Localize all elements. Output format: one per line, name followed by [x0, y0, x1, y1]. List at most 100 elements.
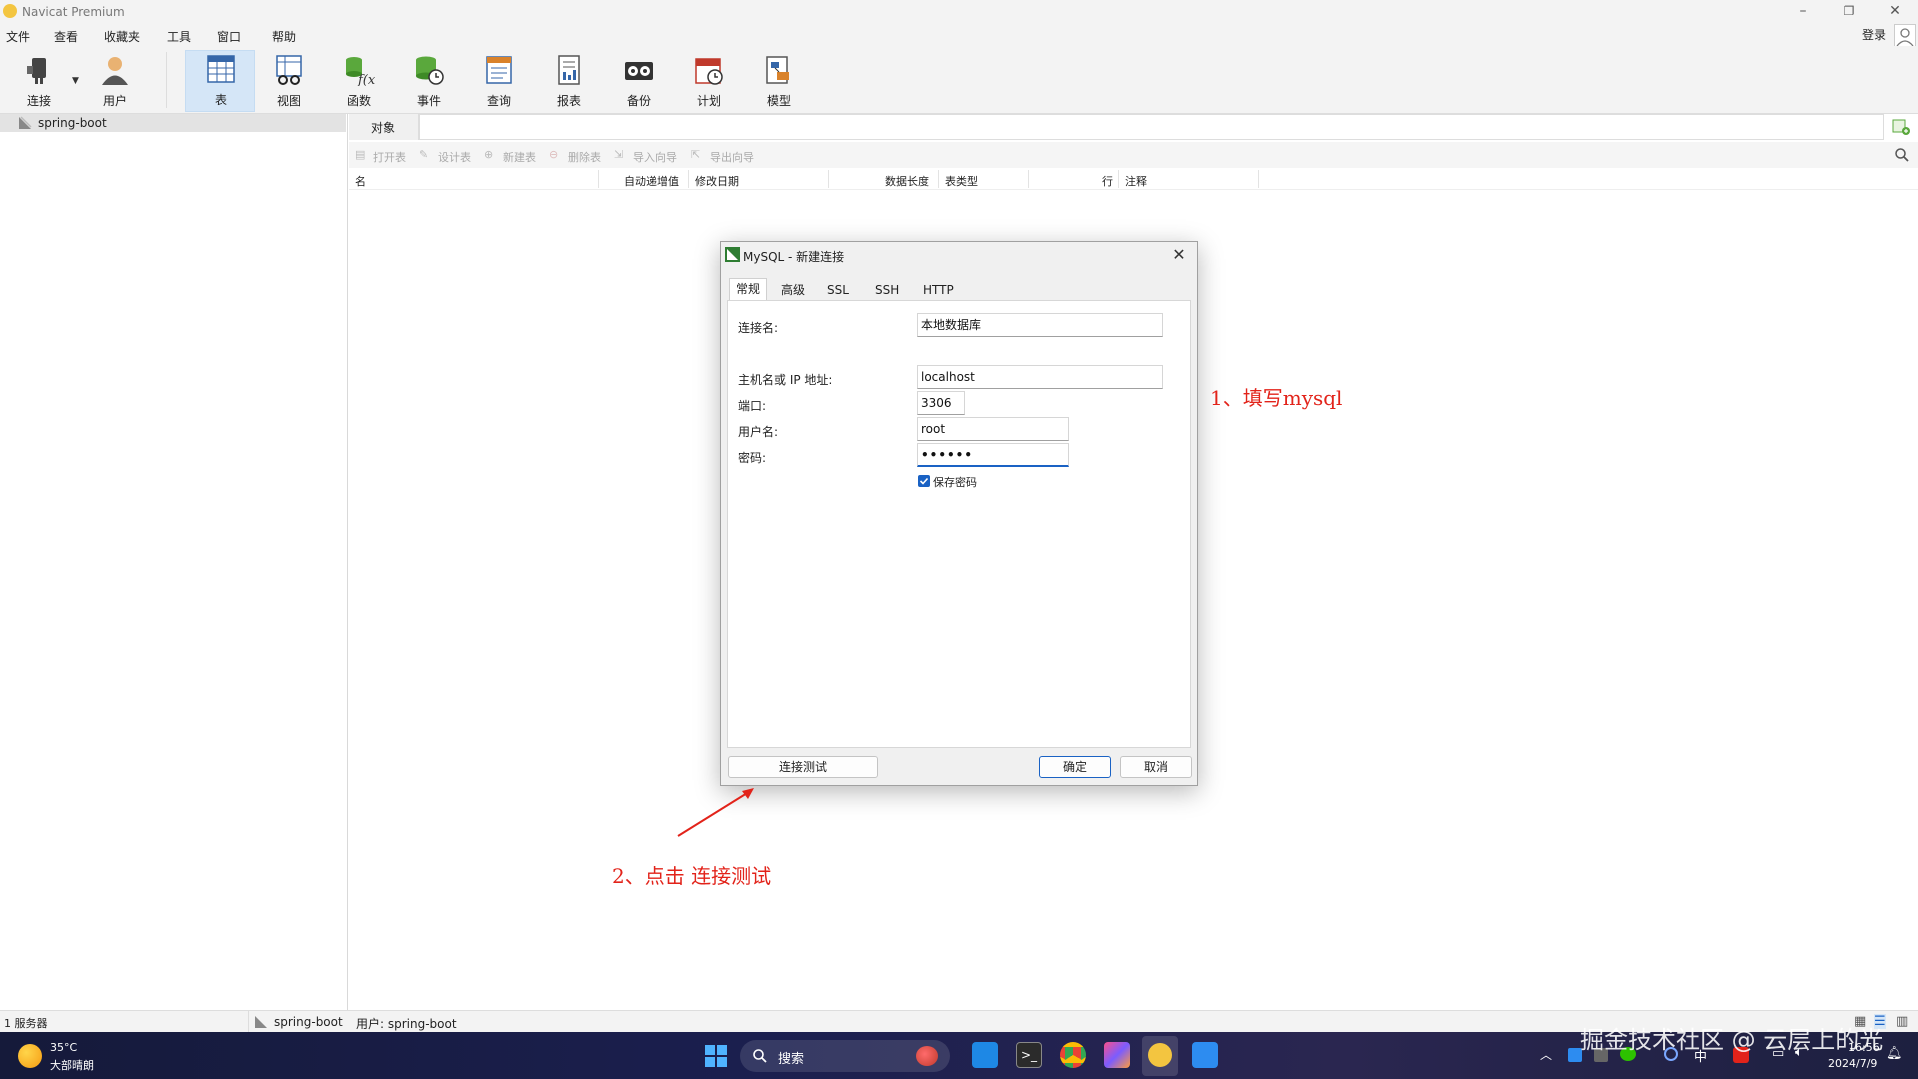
menu-tools[interactable]: 工具 [167, 28, 191, 45]
minimize-button[interactable]: – [1780, 0, 1826, 24]
cancel-button[interactable]: 取消 [1120, 756, 1192, 778]
function-fx-icon: f(x) [346, 57, 375, 86]
notification-bell-icon[interactable]: 🔔︎ [1886, 1046, 1903, 1061]
username-input[interactable]: root [917, 417, 1069, 441]
export-wizard-button[interactable]: 导出向导 [710, 149, 754, 165]
toolbar-query-button[interactable]: 查询 [470, 52, 528, 110]
menu-help[interactable]: 帮助 [272, 28, 296, 45]
design-table-button[interactable]: 设计表 [438, 149, 471, 165]
toolbar-schedule-button[interactable]: 计划 [680, 52, 738, 110]
checkmark-icon [919, 477, 929, 485]
delete-table-icon: ⊖ [549, 148, 559, 161]
chrome-icon[interactable] [1060, 1042, 1086, 1068]
new-table-button[interactable]: 新建表 [503, 149, 536, 165]
window-title: Navicat Premium [22, 5, 125, 19]
connection-plug-icon [27, 58, 46, 84]
sidebar-item-label: spring-boot [38, 116, 107, 130]
new-tab-icon[interactable] [1888, 116, 1914, 138]
event-clock-icon [416, 56, 444, 85]
user-avatar-icon[interactable] [1894, 24, 1916, 48]
object-action-bar: ▤ 打开表 ✎ 设计表 ⊕ 新建表 ⊖ 删除表 ⇲ 导入向导 ⇱ 导出向导 [349, 142, 1918, 168]
query-icon [486, 56, 512, 84]
password-input[interactable]: •••••• [917, 443, 1069, 467]
report-icon [558, 55, 580, 85]
taskbar-search-placeholder: 搜索 [778, 1052, 805, 1067]
save-password-checkbox[interactable] [918, 475, 930, 487]
delete-table-button[interactable]: 删除表 [568, 149, 601, 165]
status-separator [248, 1011, 249, 1033]
column-separator [688, 170, 689, 188]
sidebar-item-spring-boot[interactable]: spring-boot [0, 114, 346, 132]
menu-view[interactable]: 查看 [54, 28, 78, 45]
tab-ssh[interactable]: SSH [869, 280, 905, 300]
menu-bar: 文件 查看 收藏夹 工具 窗口 帮助 登录 [0, 24, 1918, 48]
search-icon[interactable] [1894, 147, 1910, 163]
toolbar-event-button[interactable]: 事件 [400, 52, 458, 110]
toolbar-function-button[interactable]: f(x) 函数 [330, 52, 388, 110]
tray-overflow-icon[interactable]: ︿ [1540, 1046, 1552, 1063]
tab-advanced[interactable]: 高级 [775, 280, 811, 300]
toolbar-connection-button[interactable]: 连接 [10, 52, 68, 110]
port-input[interactable]: 3306 [917, 391, 965, 415]
mysql-connection-icon [255, 1016, 267, 1028]
intellij-icon[interactable] [1104, 1042, 1130, 1068]
new-connection-dialog: MySQL - 新建连接 ✕ 常规 高级 SSL SSH HTTP 连接名: 本… [720, 241, 1198, 786]
column-data-length[interactable]: 数据长度 [885, 173, 929, 189]
restore-button[interactable]: ❐ [1826, 0, 1872, 24]
navicat-taskbar-button[interactable] [1142, 1036, 1178, 1076]
terminal-icon[interactable]: >_ [1016, 1042, 1042, 1068]
tab-ssl[interactable]: SSL [821, 280, 855, 300]
column-auto-increment[interactable]: 自动递增值 [624, 173, 679, 189]
tab-general[interactable]: 常规 [729, 278, 768, 300]
test-connection-button[interactable]: 连接测试 [728, 756, 878, 778]
toolbar-user-button[interactable]: 用户 [86, 52, 144, 110]
column-name[interactable]: 名 [355, 173, 366, 189]
detail-view-icon[interactable]: ▥ [1896, 1014, 1908, 1029]
annotation-click-test: 2、点击 连接测试 [612, 864, 772, 888]
open-table-icon: ▤ [355, 148, 366, 161]
taskbar-search-box[interactable]: 搜索 [740, 1040, 950, 1072]
ok-button[interactable]: 确定 [1039, 756, 1111, 778]
host-label: 主机名或 IP 地址: [738, 373, 833, 387]
search-icon [753, 1049, 767, 1063]
feishu-icon[interactable] [1192, 1042, 1218, 1068]
column-modified-date[interactable]: 修改日期 [695, 173, 739, 189]
open-table-button[interactable]: 打开表 [373, 149, 406, 165]
export-wizard-icon: ⇱ [691, 148, 701, 161]
mysql-connection-icon [19, 116, 32, 129]
schedule-calendar-icon [695, 58, 723, 85]
tab-http[interactable]: HTTP [917, 280, 960, 300]
column-separator [1118, 170, 1119, 188]
design-table-icon: ✎ [419, 148, 429, 161]
toolbar-report-button[interactable]: 报表 [540, 52, 598, 110]
close-window-button[interactable]: ✕ [1872, 0, 1918, 24]
table-icon [207, 55, 235, 83]
mysql-dialog-icon [725, 247, 740, 262]
login-link[interactable]: 登录 [1862, 26, 1886, 43]
watermark-text: 掘金技术社区 @ 云层上的光 [1580, 1026, 1884, 1054]
weather-sun-icon[interactable] [18, 1044, 42, 1068]
toolbar-model-button[interactable]: 模型 [750, 52, 808, 110]
column-comment[interactable]: 注释 [1125, 173, 1147, 189]
clock-date[interactable]: 2024/7/9 [1828, 1057, 1877, 1070]
menu-favorites[interactable]: 收藏夹 [104, 28, 140, 45]
general-tab-panel: 连接名: 本地数据库 主机名或 IP 地址: localhost 端口: 330… [727, 300, 1191, 748]
connection-dropdown-arrow-icon[interactable]: ▼ [72, 76, 79, 86]
model-icon [766, 56, 789, 84]
vscode-icon[interactable] [972, 1042, 998, 1068]
view-glasses-icon [276, 55, 302, 85]
connection-name-input[interactable]: 本地数据库 [917, 313, 1163, 337]
column-rows[interactable]: 行 [1102, 173, 1113, 189]
dialog-close-button[interactable]: ✕ [1167, 244, 1191, 266]
menu-window[interactable]: 窗口 [217, 28, 241, 45]
menu-file[interactable]: 文件 [6, 28, 30, 45]
toolbar-table-button[interactable]: 表 [185, 50, 255, 112]
import-wizard-button[interactable]: 导入向导 [633, 149, 677, 165]
column-table-type[interactable]: 表类型 [945, 173, 978, 189]
status-connection: spring-boot [274, 1015, 343, 1029]
windows-start-icon[interactable] [704, 1044, 728, 1068]
toolbar-backup-button[interactable]: 备份 [610, 52, 668, 110]
toolbar-view-button[interactable]: 视图 [260, 52, 318, 110]
host-input[interactable]: localhost [917, 365, 1163, 389]
tab-objects[interactable]: 对象 [349, 114, 419, 140]
